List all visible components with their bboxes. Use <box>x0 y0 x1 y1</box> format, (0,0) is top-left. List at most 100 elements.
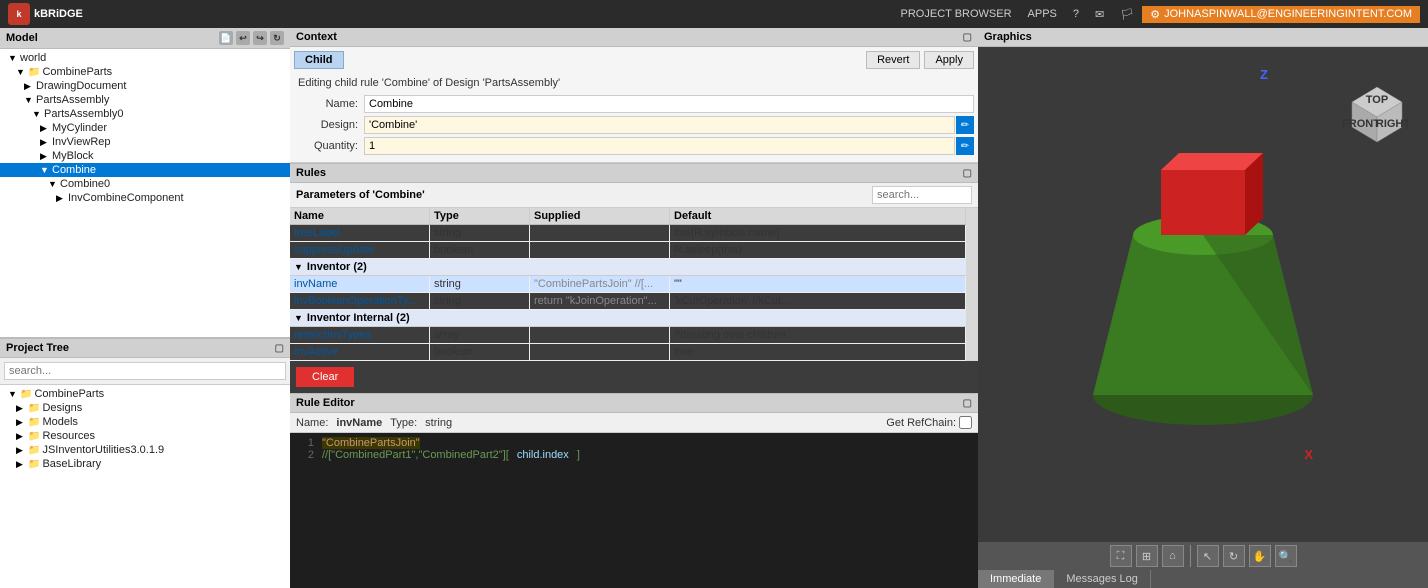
gfx-fullscreen-btn[interactable]: ⛶ <box>1110 545 1132 567</box>
apps-link[interactable]: APPS <box>1028 8 1057 20</box>
quantity-label: Quantity: <box>294 140 364 152</box>
model-icon-3[interactable]: ↪ <box>253 31 267 45</box>
tree-item-world[interactable]: ▼ world <box>0 51 290 65</box>
revert-button[interactable]: Revert <box>866 51 920 69</box>
quantity-edit-btn[interactable]: ✏ <box>956 137 974 155</box>
project-tree-minimize[interactable]: ▢ <box>275 343 284 354</box>
tree-item-combine[interactable]: ▼ Combine <box>0 163 290 177</box>
table-row-restrictinv[interactable]: restrictInvTypes array //Iterating over … <box>290 327 966 344</box>
tree-arrow-invviewrep[interactable]: ▶ <box>40 137 52 148</box>
user-menu[interactable]: ⚙ JOHNASPINWALL@ENGINEERINGINTENT.COM <box>1142 6 1420 23</box>
col-type: Type <box>430 208 530 224</box>
tree-item-myblock[interactable]: ▶ MyBlock <box>0 149 290 163</box>
clear-button[interactable]: Clear <box>296 367 354 387</box>
project-tree-search[interactable] <box>4 362 286 380</box>
tree-arrow-mycylinder[interactable]: ▶ <box>40 123 52 134</box>
rules-minimize[interactable]: ▢ <box>963 168 972 179</box>
gfx-zoom-btn[interactable]: 🔍 <box>1275 545 1297 567</box>
tree-item-invviewrep[interactable]: ▶ InvViewRep <box>0 135 290 149</box>
project-item-combineparts[interactable]: ▼ 📁 CombineParts <box>0 387 290 401</box>
group-row-inventor[interactable]: ▼ Inventor (2) <box>290 259 966 276</box>
tree-arrow-combine[interactable]: ▼ <box>40 165 52 175</box>
tree-item-mycylinder[interactable]: ▶ MyCylinder <box>0 121 290 135</box>
table-row-invname[interactable]: invName string "CombinePartsJoin" //[...… <box>290 276 966 293</box>
tree-arrow-invcombine[interactable]: ▶ <box>56 193 68 204</box>
project-arrow-models[interactable]: ▶ <box>16 417 28 428</box>
td-invactive-default: true <box>670 344 966 360</box>
model-icon-4[interactable]: ↻ <box>270 31 284 45</box>
design-input[interactable] <box>364 116 955 134</box>
design-label: Design: <box>294 119 364 131</box>
td-invbool: invBooleanOperationTy... <box>290 293 430 309</box>
tree-item-partsassembly0[interactable]: ▼ PartsAssembly0 <box>0 107 290 121</box>
project-browser-link[interactable]: PROJECT BROWSER <box>901 8 1012 20</box>
name-row: Name: <box>294 95 974 113</box>
tree-arrow-combine0[interactable]: ▼ <box>48 179 60 189</box>
project-item-designs[interactable]: ▶ 📁 Designs <box>0 401 290 415</box>
project-arrow-combineparts[interactable]: ▼ <box>8 389 20 399</box>
tree-item-combine0[interactable]: ▼ Combine0 <box>0 177 290 191</box>
table-row[interactable]: suppressUpdate boolean R.asleep(this) <box>290 242 966 259</box>
project-item-jsinventor[interactable]: ▶ 📁 JSInventorUtilities3.0.1.9 <box>0 443 290 457</box>
rules-search[interactable] <box>872 186 972 204</box>
table-row[interactable]: treeLabel string this[R.symbols.name] <box>290 225 966 242</box>
tree-arrow-partsassembly0[interactable]: ▼ <box>32 109 44 119</box>
project-arrow-designs[interactable]: ▶ <box>16 403 28 414</box>
td-supplied <box>530 242 670 258</box>
project-arrow-baselibrary[interactable]: ▶ <box>16 459 28 470</box>
rule-editor-minimize[interactable]: ▢ <box>963 398 972 409</box>
project-arrow-jsinventor[interactable]: ▶ <box>16 445 28 456</box>
project-item-resources[interactable]: ▶ 📁 Resources <box>0 429 290 443</box>
table-row-invactive[interactable]: invActive boolean true <box>290 344 966 361</box>
view-cube[interactable]: TOP FRONT RIGHT <box>1342 77 1412 147</box>
graphics-title: Graphics <box>984 31 1032 43</box>
gfx-sep-1 <box>1190 545 1191 567</box>
context-minimize[interactable]: ▢ <box>963 32 972 43</box>
tree-item-drawing[interactable]: ▶ DrawingDocument <box>0 79 290 93</box>
table-scrollbar[interactable] <box>966 208 978 361</box>
help-link[interactable]: ? <box>1073 8 1079 20</box>
gfx-pan-btn[interactable]: ✋ <box>1249 545 1271 567</box>
logo-icon: k <box>8 3 30 25</box>
tree-arrow-partsassembly[interactable]: ▼ <box>24 95 36 105</box>
params-title: Parameters of 'Combine' <box>296 189 425 201</box>
design-input-group: ✏ <box>364 116 974 134</box>
tree-item-partsassembly[interactable]: ▼ PartsAssembly <box>0 93 290 107</box>
quantity-input-group: ✏ <box>364 137 974 155</box>
tree-item-combineparts[interactable]: ▼ 📁 CombineParts <box>0 65 290 79</box>
gfx-home-btn[interactable]: ⌂ <box>1162 545 1184 567</box>
td-name: treeLabel <box>290 225 430 241</box>
mail-icon[interactable]: ✉ <box>1095 8 1104 21</box>
apply-button[interactable]: Apply <box>924 51 974 69</box>
tab-immediate[interactable]: Immediate <box>978 570 1054 588</box>
gfx-orbit-btn[interactable]: ↻ <box>1223 545 1245 567</box>
axis-z-label: Z <box>1260 67 1268 82</box>
tree-arrow-drawing[interactable]: ▶ <box>24 81 36 92</box>
model-icon-2[interactable]: ↩ <box>236 31 250 45</box>
tree-item-invcombine[interactable]: ▶ InvCombineComponent <box>0 191 290 205</box>
tree-arrow-combineparts[interactable]: ▼ <box>16 67 28 77</box>
tree-arrow-myblock[interactable]: ▶ <box>40 151 52 162</box>
model-icon-1[interactable]: 📄 <box>219 31 233 45</box>
project-folder-icon: 📁 <box>20 389 32 400</box>
project-item-models[interactable]: ▶ 📁 Models <box>0 415 290 429</box>
gfx-grid-btn[interactable]: ⊞ <box>1136 545 1158 567</box>
refchain-checkbox[interactable] <box>959 416 972 429</box>
tab-messages-log[interactable]: Messages Log <box>1054 570 1151 588</box>
quantity-input[interactable] <box>364 137 955 155</box>
code-editor[interactable]: 1 "CombinePartsJoin" 2 //["CombinedPart1… <box>290 433 978 588</box>
design-edit-btn[interactable]: ✏ <box>956 116 974 134</box>
group-row-inventor-internal[interactable]: ▼ Inventor Internal (2) <box>290 310 966 327</box>
tree-arrow-world[interactable]: ▼ <box>8 53 20 63</box>
td-type: boolean <box>430 242 530 258</box>
project-baselibrary-icon: 📁 <box>28 459 40 470</box>
name-input[interactable] <box>364 95 974 113</box>
td-invname-type: string <box>430 276 530 292</box>
project-arrow-resources[interactable]: ▶ <box>16 431 28 442</box>
child-tab[interactable]: Child <box>294 51 344 69</box>
table-row-invbool[interactable]: invBooleanOperationTy... string return "… <box>290 293 966 310</box>
project-item-baselibrary[interactable]: ▶ 📁 BaseLibrary <box>0 457 290 471</box>
td-invname-supplied: "CombinePartsJoin" //[... <box>530 276 670 292</box>
gfx-select-btn[interactable]: ↖ <box>1197 545 1219 567</box>
context-content: Child Editing child rule 'Combine' of De… <box>290 47 978 163</box>
